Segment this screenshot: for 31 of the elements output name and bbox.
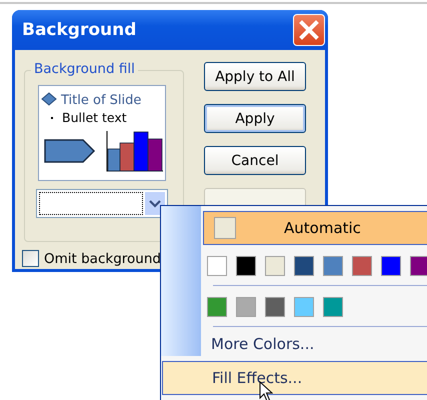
dialog-button[interactable]: Apply to All xyxy=(204,62,306,91)
checkbox-label: Omit background xyxy=(44,250,161,266)
close-icon xyxy=(299,20,319,40)
swatch-icon xyxy=(214,217,236,239)
dialog-button[interactable]: Cancel xyxy=(204,146,306,175)
color-swatch[interactable] xyxy=(207,256,227,276)
slide-title: Title of Slide xyxy=(61,93,142,108)
checkbox[interactable] xyxy=(22,250,39,267)
menu-item[interactable]: Fill Effects... xyxy=(162,361,427,395)
dialog-button[interactable]: Apply xyxy=(204,104,306,133)
window-title: Background xyxy=(22,20,136,40)
chevron-down-icon xyxy=(149,200,161,208)
color-dropdown[interactable] xyxy=(36,189,168,218)
color-swatch[interactable] xyxy=(294,297,314,317)
close-button[interactable] xyxy=(293,14,325,46)
color-swatch[interactable] xyxy=(352,256,372,276)
color-swatch[interactable] xyxy=(265,297,285,317)
color-swatch[interactable] xyxy=(207,297,227,317)
color-swatch[interactable] xyxy=(236,256,256,276)
color-swatch[interactable] xyxy=(265,256,285,276)
automatic-option[interactable]: Automatic xyxy=(203,211,427,245)
color-swatch[interactable] xyxy=(410,256,427,276)
bullet-text: Bullet text xyxy=(62,110,127,125)
color-swatch[interactable] xyxy=(294,256,314,276)
color-swatch[interactable] xyxy=(323,256,343,276)
color-swatch[interactable] xyxy=(381,256,401,276)
diamond-bullet-icon xyxy=(41,92,57,106)
color-swatch[interactable] xyxy=(323,297,343,317)
color-swatch[interactable] xyxy=(236,297,256,317)
menu-item[interactable]: More Colors... xyxy=(203,327,427,361)
group-label: Background fill xyxy=(31,61,138,77)
